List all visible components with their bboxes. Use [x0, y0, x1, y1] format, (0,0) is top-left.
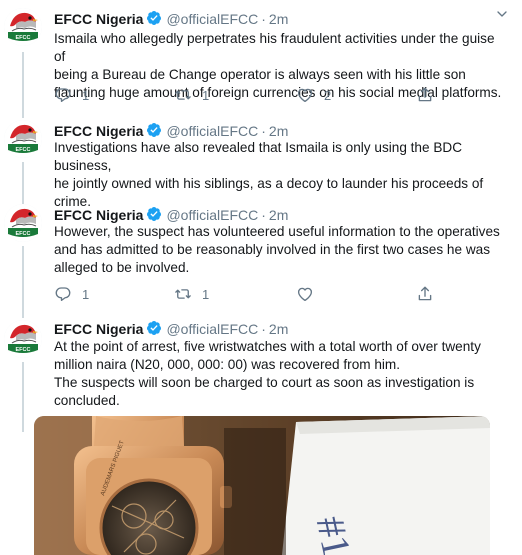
wristwatch-photo: #10 AUDEMARS PIGUET	[34, 416, 490, 555]
retweet-icon	[174, 285, 192, 303]
author-handle[interactable]: @officialEFCC	[166, 207, 258, 223]
avatar-label: EFCC	[15, 231, 31, 237]
tweet-actions: 1 1 2	[54, 85, 454, 105]
author-name[interactable]: EFCC Nigeria	[54, 123, 143, 139]
tweet-text-line: However, the suspect has volunteered use…	[54, 224, 500, 239]
author-handle[interactable]: @officialEFCC	[166, 321, 258, 337]
tweet-header: EFCC Nigeria @officialEFCC · 2m	[54, 320, 288, 338]
reply-count: 1	[82, 87, 90, 103]
avatar[interactable]: EFCC	[4, 320, 42, 358]
share-icon	[416, 285, 434, 303]
reply-button[interactable]: 1	[54, 85, 89, 105]
tweet-text-line: Ismaila who allegedly perpetrates his fr…	[54, 31, 495, 64]
retweet-icon	[174, 86, 192, 104]
tweet-3[interactable]: EFCC EFCC Nigeria @officialEFCC · 2m Howeve…	[0, 202, 522, 318]
heart-icon	[296, 86, 314, 104]
tweet-text-line: concluded.	[54, 393, 120, 408]
like-count: 2	[324, 87, 332, 103]
share-icon	[416, 86, 434, 104]
avatar[interactable]: EFCC	[4, 204, 42, 242]
tweet-timestamp[interactable]: 2m	[269, 123, 288, 139]
tweet-timestamp[interactable]: 2m	[269, 11, 288, 27]
avatar-label: EFCC	[15, 147, 31, 153]
tweet-thread: EFCC EFCC Nigeria @officialEFCC · 2m Ismail…	[0, 0, 522, 555]
thread-connector	[22, 362, 24, 432]
avatar[interactable]: EFCC	[4, 120, 42, 158]
author-name[interactable]: EFCC Nigeria	[54, 321, 143, 337]
tweet-text: However, the suspect has volunteered use…	[54, 223, 509, 277]
separator-dot: ·	[261, 207, 266, 223]
like-button[interactable]: 2	[296, 85, 331, 105]
tweet-timestamp[interactable]: 2m	[269, 207, 288, 223]
retweet-count: 1	[202, 286, 210, 302]
reply-icon	[54, 86, 72, 104]
chevron-down-icon[interactable]	[494, 6, 510, 22]
tweet-text-line: being a Bureau de Change operator is alw…	[54, 67, 466, 82]
thread-connector	[22, 52, 24, 118]
avatar-label: EFCC	[15, 347, 31, 353]
tweet-text: At the point of arrest, five wristwatche…	[54, 338, 509, 410]
tweet-header: EFCC Nigeria @officialEFCC · 2m	[54, 10, 288, 28]
tweet-header: EFCC Nigeria @officialEFCC · 2m	[54, 122, 288, 140]
author-handle[interactable]: @officialEFCC	[166, 11, 258, 27]
verified-badge-icon	[146, 10, 162, 26]
thread-connector	[22, 246, 24, 318]
separator-dot: ·	[261, 123, 266, 139]
author-handle[interactable]: @officialEFCC	[166, 123, 258, 139]
tweet-text-line: At the point of arrest, five wristwatche…	[54, 339, 481, 354]
tweet-header: EFCC Nigeria @officialEFCC · 2m	[54, 206, 288, 224]
share-button[interactable]	[416, 284, 434, 304]
retweet-button[interactable]: 1	[174, 284, 209, 304]
tweet-text-line: The suspects will soon be charged to cou…	[54, 375, 475, 390]
heart-icon	[296, 285, 314, 303]
tweet-actions: 1 1	[54, 284, 454, 304]
tweet-text: Investigations have also revealed that I…	[54, 139, 509, 211]
author-name[interactable]: EFCC Nigeria	[54, 11, 143, 27]
tweet-1[interactable]: EFCC EFCC Nigeria @officialEFCC · 2m Ismail…	[0, 0, 522, 118]
tweet-text-line: he jointly owned with his siblings, as a…	[54, 176, 484, 191]
tweet-text-line: and has admitted to be reasonably involv…	[54, 242, 491, 257]
tweet-text-line: million naira (N20, 000, 000: 00) was re…	[54, 357, 401, 372]
tweet-timestamp[interactable]: 2m	[269, 321, 288, 337]
like-button[interactable]	[296, 284, 314, 304]
author-name[interactable]: EFCC Nigeria	[54, 207, 143, 223]
separator-dot: ·	[261, 11, 266, 27]
avatar[interactable]: EFCC	[4, 8, 42, 46]
retweet-count: 1	[202, 87, 210, 103]
reply-button[interactable]: 1	[54, 284, 89, 304]
verified-badge-icon	[146, 320, 162, 336]
tweet-photo[interactable]: #10 AUDEMARS PIGUET	[34, 416, 490, 555]
tweet-text-line: alleged to be involved.	[54, 260, 190, 275]
reply-count: 1	[82, 286, 90, 302]
tweet-2[interactable]: EFCC EFCC Nigeria @officialEFCC · 2m Invest…	[0, 118, 522, 209]
avatar-label: EFCC	[15, 35, 31, 41]
reply-icon	[54, 285, 72, 303]
separator-dot: ·	[261, 321, 266, 337]
tweet-text-line: Investigations have also revealed that I…	[54, 140, 463, 173]
share-button[interactable]	[416, 85, 434, 105]
verified-badge-icon	[146, 122, 162, 138]
verified-badge-icon	[146, 206, 162, 222]
retweet-button[interactable]: 1	[174, 85, 209, 105]
